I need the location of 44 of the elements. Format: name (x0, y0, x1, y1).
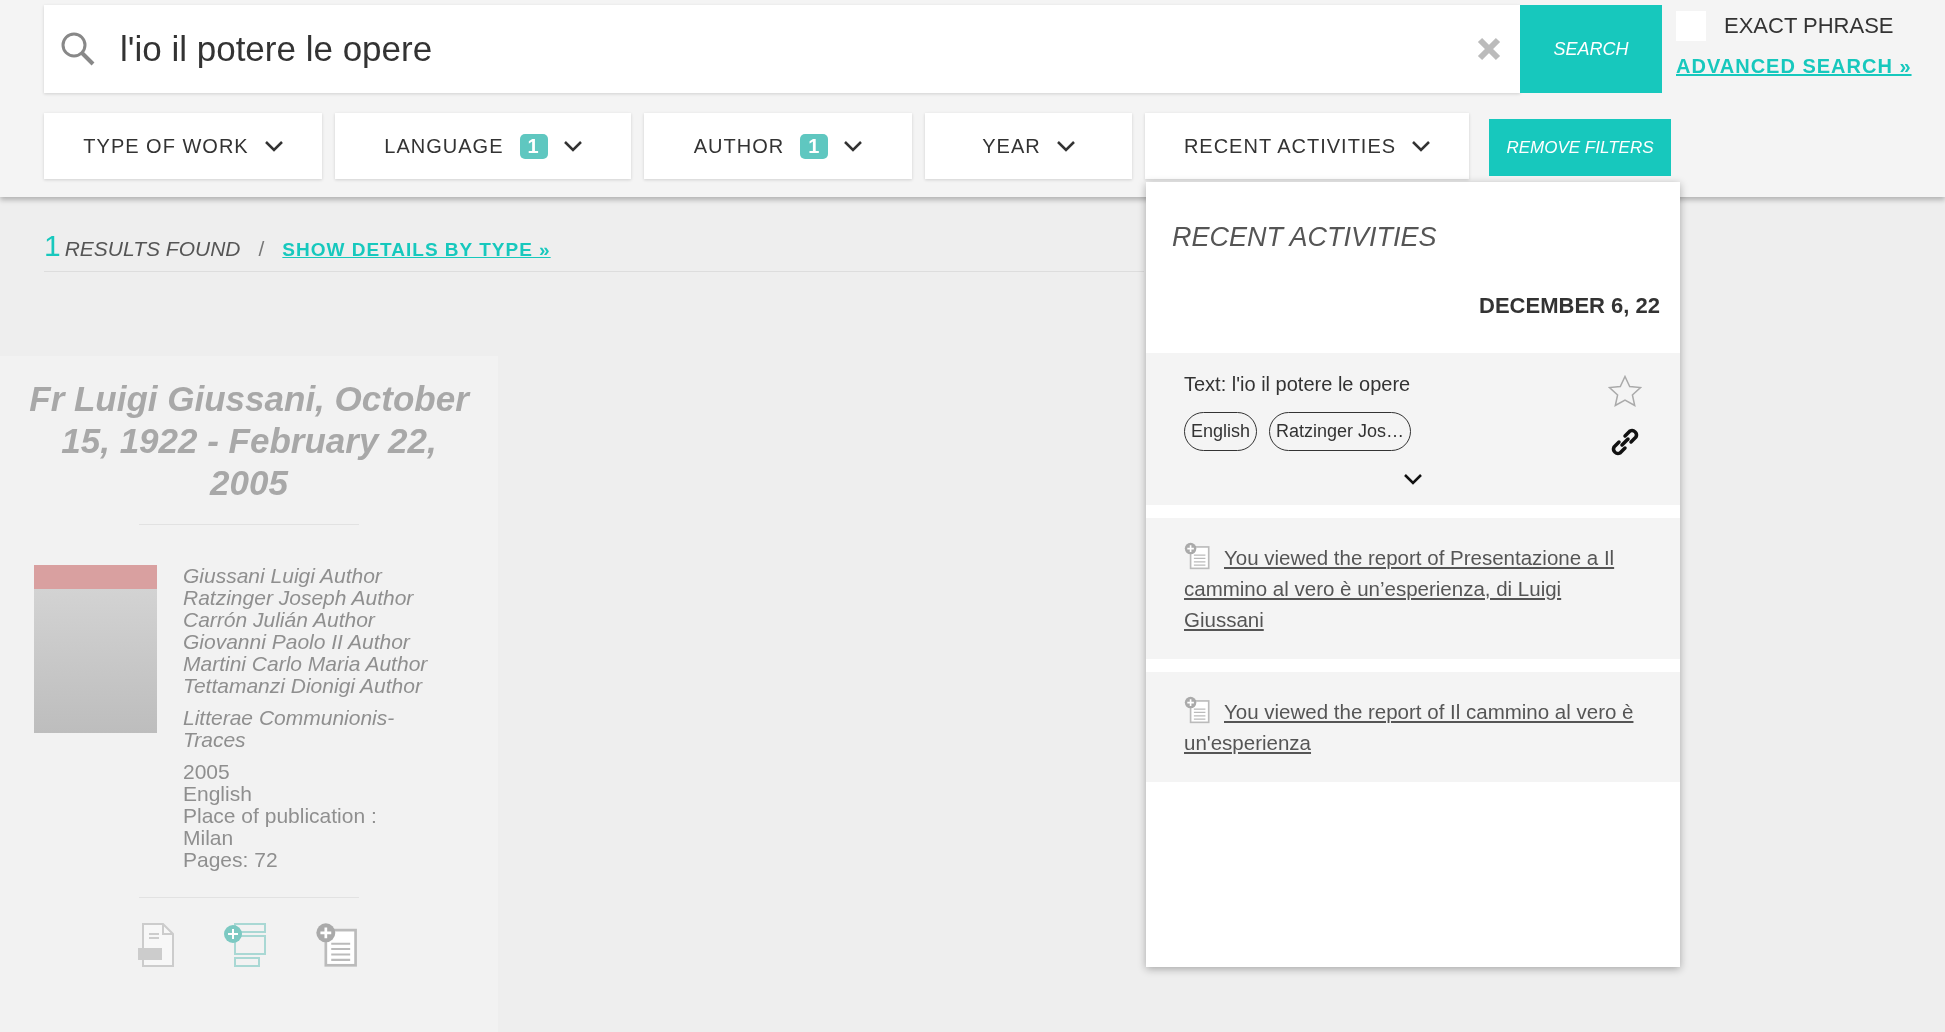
chevron-down-icon (563, 140, 582, 152)
detail-text: 2005 (183, 761, 231, 783)
chevron-down-icon (844, 140, 863, 152)
chevron-down-icon (264, 140, 283, 152)
detail-text: English (183, 783, 253, 805)
activity-link[interactable]: You viewed the report of Il cammino al vero è un'esperienza (1184, 696, 1642, 758)
author-name: Tettamanzi Dionigi Author (183, 675, 424, 697)
author-name: Martini Carlo Maria Author (183, 653, 428, 675)
chevron-down-icon (1404, 473, 1422, 485)
author-name: Giovanni Paolo II Author (183, 631, 412, 653)
results-label: RESULTS FOUND (64, 237, 241, 261)
author-name: Ratzinger Joseph Author (183, 587, 415, 609)
detail-text: Pages: 72 (183, 849, 279, 871)
filter-dropdown-button[interactable]: LANGUAGE 1 (335, 113, 631, 179)
add-to-list-icon[interactable] (223, 922, 269, 968)
author-name: Giussani Luigi Author (183, 565, 384, 587)
separator: / (258, 237, 265, 261)
activity-item[interactable]: Text: l'io il potere le opere English Ratzinger Jos… (1146, 353, 1680, 505)
search-input[interactable]: l'io il potere le opere (118, 28, 1476, 70)
star-icon[interactable] (1608, 375, 1642, 407)
filter-dropdown-button[interactable]: TYPE OF WORK (44, 113, 322, 179)
activity-link[interactable]: You viewed the report of Presentazione a Il cammino al vero è un’esperienza, di Luigi Giussani (1184, 542, 1642, 635)
detail-text: Place of publication : Milan (183, 805, 378, 849)
author-name: Carrón Julián Author (183, 609, 377, 631)
filter-dropdown-button[interactable]: RECENT ACTIVITIES (1145, 113, 1469, 179)
filter-count-badge: 1 (800, 133, 829, 159)
exact-phrase-label: EXACT PHRASE (1724, 13, 1894, 39)
search-icon (60, 31, 96, 67)
filter-count-badge: 1 (519, 133, 548, 159)
result-title: Fr Luigi Giussani, October 15, 1922 - February 22, 2005 (28, 378, 472, 504)
chevron-down-icon (1056, 140, 1075, 152)
activity-text: Text: l'io il potere le opere (1184, 373, 1412, 396)
panel-title: RECENT ACTIVITIES (1171, 221, 1438, 253)
close-icon[interactable] (1476, 36, 1502, 62)
pdf-icon[interactable] (137, 922, 177, 968)
chevron-down-icon (1412, 140, 1431, 152)
filter-dropdown-button[interactable]: AUTHOR 1 (644, 113, 912, 179)
search-field[interactable]: l'io il potere le opere (44, 5, 1520, 93)
activity-date: DECEMBER 6, 22 (1478, 292, 1661, 320)
document-plus-icon (1184, 542, 1212, 570)
series-name: Litterae Communionis-Traces (183, 707, 396, 751)
results-count: 1 (44, 229, 61, 263)
filter-dropdown-button[interactable]: YEAR (925, 113, 1132, 179)
document-plus-icon (1184, 696, 1212, 724)
